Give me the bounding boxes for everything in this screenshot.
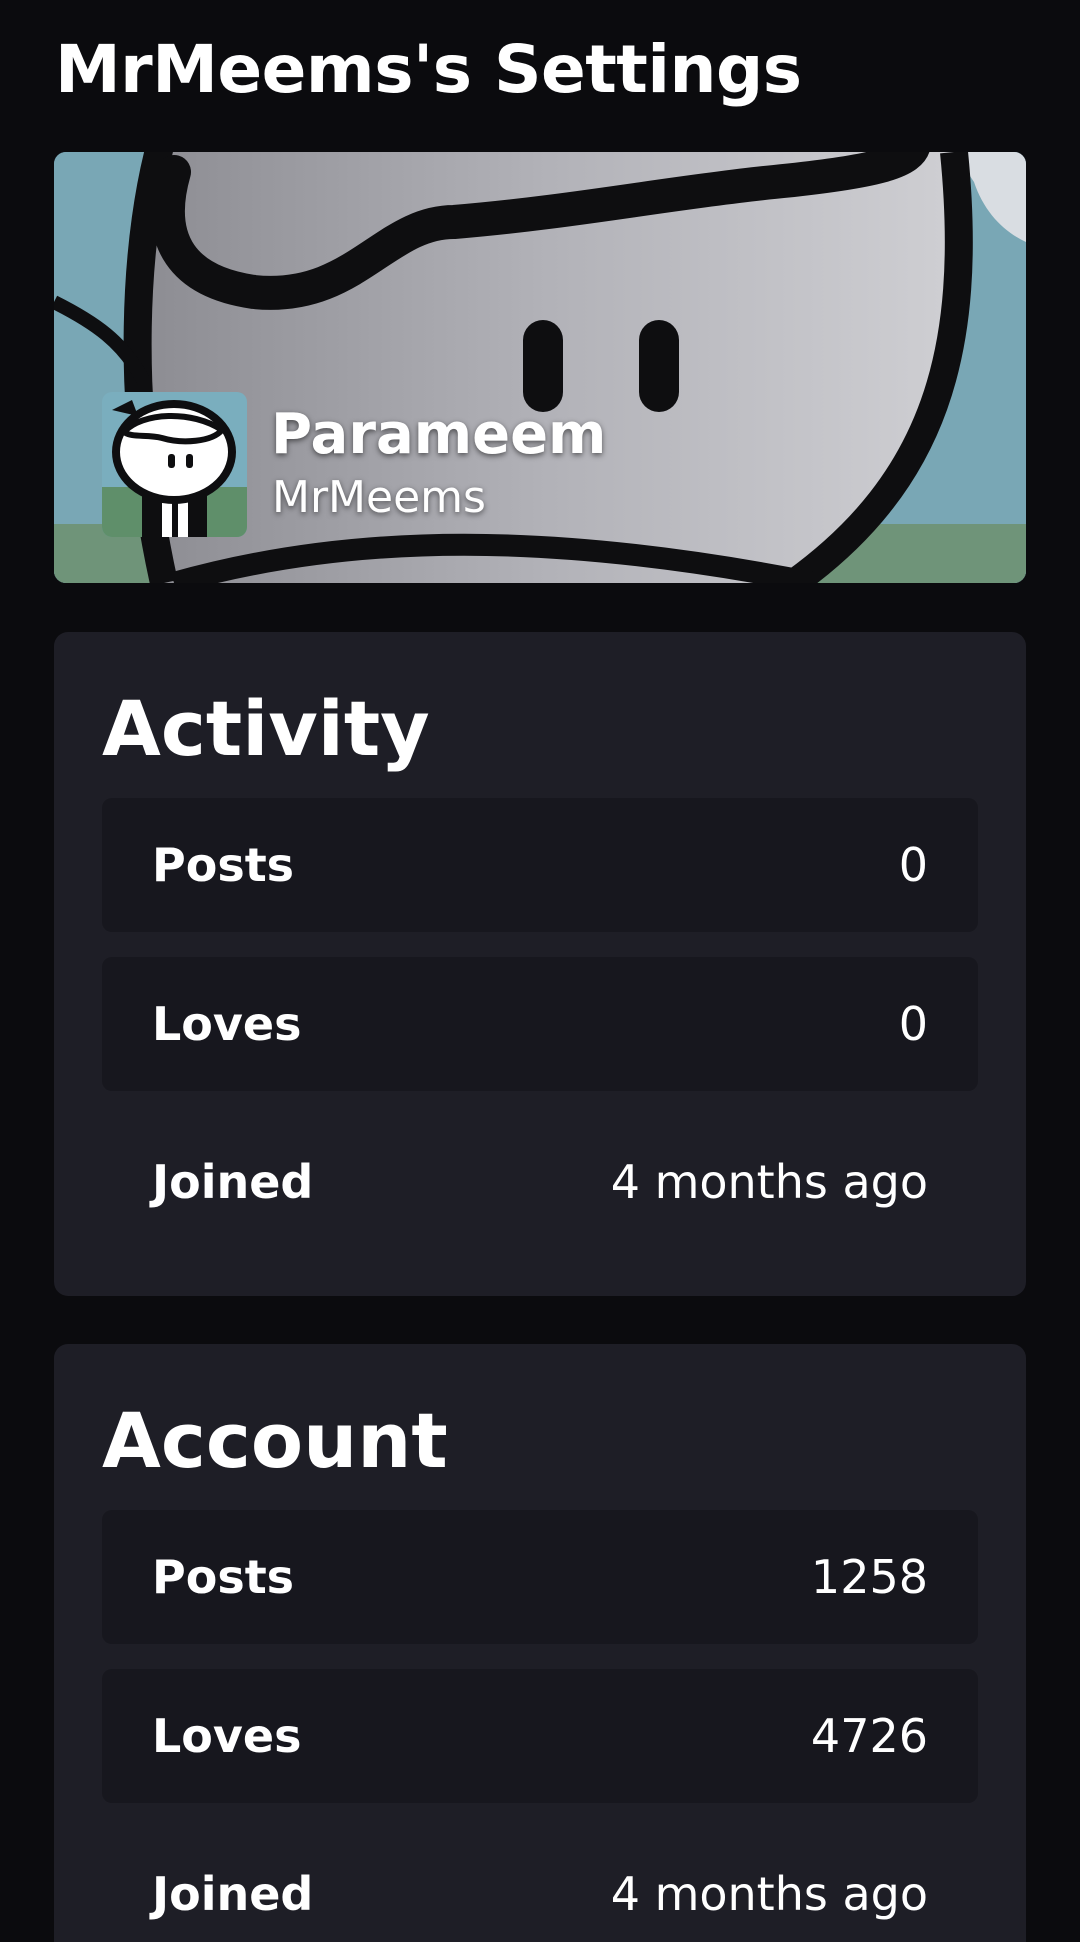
stat-label: Loves bbox=[152, 997, 302, 1051]
stat-label: Posts bbox=[152, 1550, 295, 1604]
activity-card: Activity Posts 0 Loves 0 Joined 4 months… bbox=[54, 632, 1026, 1296]
account-joined-row: Joined 4 months ago bbox=[102, 1827, 978, 1942]
activity-title: Activity bbox=[102, 684, 430, 773]
stat-value: 4 months ago bbox=[610, 1867, 928, 1921]
activity-posts-row: Posts 0 bbox=[102, 798, 978, 932]
stat-value: 1258 bbox=[810, 1550, 928, 1604]
stat-label: Posts bbox=[152, 838, 295, 892]
display-name: Parameem bbox=[271, 402, 607, 467]
stat-value: 0 bbox=[898, 997, 928, 1051]
cartoon-avatar-icon bbox=[102, 392, 247, 537]
account-loves-row: Loves 4726 bbox=[102, 1669, 978, 1803]
stat-label: Joined bbox=[152, 1867, 314, 1921]
activity-joined-row: Joined 4 months ago bbox=[102, 1115, 978, 1249]
username: MrMeems bbox=[272, 472, 486, 523]
avatar[interactable] bbox=[102, 392, 247, 537]
activity-loves-row: Loves 0 bbox=[102, 957, 978, 1091]
account-card: Account Posts 1258 Loves 4726 Joined 4 m… bbox=[54, 1344, 1026, 1942]
stat-value: 0 bbox=[898, 838, 928, 892]
stat-value: 4 months ago bbox=[610, 1155, 928, 1209]
profile-banner: Parameem MrMeems bbox=[54, 152, 1026, 583]
settings-page: MrMeems's Settings Parameem MrMeems Acti… bbox=[0, 0, 1080, 1942]
stat-label: Loves bbox=[152, 1709, 302, 1763]
stat-label: Joined bbox=[152, 1155, 314, 1209]
stat-value: 4726 bbox=[810, 1709, 928, 1763]
page-title: MrMeems's Settings bbox=[55, 31, 802, 108]
account-title: Account bbox=[102, 1396, 448, 1485]
account-posts-row: Posts 1258 bbox=[102, 1510, 978, 1644]
